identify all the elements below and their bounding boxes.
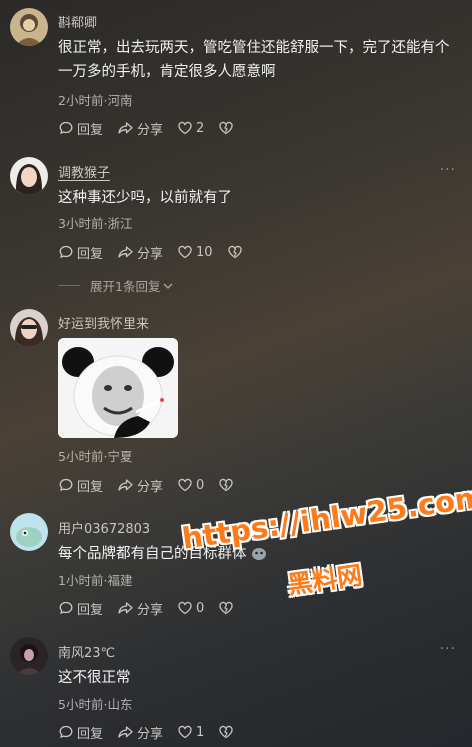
reply-icon [59, 121, 73, 134]
comment-time: 5小时前 [58, 449, 104, 464]
comment-location: 福建 [107, 573, 133, 588]
share-icon [118, 479, 133, 491]
comment-actions: 回复 分享 2 [58, 118, 251, 138]
expand-replies-button[interactable]: 展开1条回复 [58, 276, 174, 295]
like-button[interactable]: 0 [177, 600, 204, 616]
comment-text: 这种事还少吗，以前就有了 [58, 190, 232, 206]
comment-time: 5小时前 [58, 697, 104, 712]
comment-time: 1小时前 [58, 573, 104, 588]
comment-actions: 回复 分享 1 [58, 722, 251, 742]
broken-heart-icon [219, 121, 233, 135]
reply-icon [59, 245, 73, 258]
comment-meta: 5小时前·山东 [58, 697, 133, 712]
reply-icon [59, 478, 73, 491]
username[interactable]: 好运到我怀里来 [58, 313, 149, 332]
reply-label: 回复 [77, 122, 104, 138]
share-label: 分享 [137, 479, 164, 495]
more-options-button[interactable]: ··· [440, 641, 456, 657]
avatar[interactable] [10, 637, 48, 675]
avatar[interactable] [10, 8, 48, 46]
like-count: 0 [196, 477, 205, 493]
like-button[interactable]: 10 [177, 244, 213, 260]
avatar[interactable] [10, 513, 48, 551]
comment-actions: 回复 分享 0 [58, 475, 251, 495]
share-label: 分享 [137, 122, 164, 138]
comment-text: 很正常，出去玩两天，管吃管住还能舒服一下，完了还能有个一万多的手机，肯定很多人愿… [58, 40, 450, 80]
username[interactable]: 调教猴子 [58, 162, 110, 181]
reply-button[interactable]: 回复 [58, 243, 103, 262]
share-label: 分享 [137, 726, 164, 742]
sticker-image[interactable] [58, 338, 178, 438]
more-options-button[interactable]: ··· [440, 162, 456, 178]
reply-icon [59, 601, 73, 614]
share-label: 分享 [137, 246, 164, 262]
heart-icon [178, 478, 192, 492]
comment-meta: 1小时前·福建 [58, 573, 133, 588]
share-icon [118, 122, 133, 134]
dislike-button[interactable] [218, 477, 237, 493]
username[interactable]: 南风23℃ [58, 642, 115, 661]
share-button[interactable]: 分享 [117, 723, 163, 742]
reply-icon [59, 725, 73, 738]
comment-text: 这不很正常 [58, 670, 131, 686]
dislike-button[interactable] [218, 600, 237, 616]
reply-label: 回复 [77, 246, 104, 262]
like-button[interactable]: 0 [177, 477, 204, 493]
reply-label: 回复 [77, 479, 104, 495]
comment-meta: 2小时前·河南 [58, 93, 133, 108]
share-button[interactable]: 分享 [117, 599, 163, 618]
reply-label: 回复 [77, 602, 104, 618]
share-icon [118, 246, 133, 258]
comment-location: 宁夏 [107, 449, 133, 464]
like-count: 2 [196, 120, 205, 136]
broken-heart-icon [219, 478, 233, 492]
reply-button[interactable]: 回复 [58, 476, 103, 495]
broken-heart-icon [219, 601, 233, 615]
emoji-icon [251, 544, 267, 560]
like-count: 1 [196, 724, 205, 740]
username[interactable]: 斟郗卿 [58, 12, 97, 31]
share-icon [118, 726, 133, 738]
like-button[interactable]: 2 [177, 120, 204, 136]
dislike-button[interactable] [218, 120, 237, 136]
dislike-button[interactable] [227, 244, 246, 260]
like-count: 10 [196, 244, 213, 260]
share-button[interactable]: 分享 [117, 119, 163, 138]
comment-meta: 3小时前·浙江 [58, 216, 133, 231]
broken-heart-icon [227, 245, 242, 259]
broken-heart-icon [219, 725, 233, 739]
chevron-down-icon [163, 283, 173, 289]
reply-label: 回复 [77, 726, 104, 742]
heart-icon [178, 725, 192, 739]
comment-actions: 回复 分享 10 [58, 242, 260, 262]
comment-location: 山东 [107, 697, 133, 712]
avatar[interactable] [10, 157, 48, 195]
heart-icon [178, 121, 192, 135]
heart-icon [178, 245, 192, 259]
dislike-button[interactable] [218, 724, 237, 740]
comment-text: 每个品牌都有自己的目标群体 [58, 542, 458, 566]
username[interactable]: 用户03672803 [58, 518, 150, 537]
like-count: 0 [196, 600, 205, 616]
reply-button[interactable]: 回复 [58, 599, 103, 618]
avatar[interactable] [10, 309, 48, 347]
reply-button[interactable]: 回复 [58, 119, 103, 138]
comment-location: 河南 [107, 93, 133, 108]
reply-button[interactable]: 回复 [58, 723, 103, 742]
expand-replies-label: 展开1条回复 [90, 279, 161, 294]
divider [58, 285, 80, 286]
comment-location: 浙江 [107, 216, 133, 231]
share-label: 分享 [137, 602, 164, 618]
share-button[interactable]: 分享 [117, 243, 163, 262]
comment-time: 3小时前 [58, 216, 104, 231]
comment-time: 2小时前 [58, 93, 104, 108]
like-button[interactable]: 1 [177, 724, 204, 740]
share-icon [118, 602, 133, 614]
heart-icon [178, 601, 192, 615]
comment-meta: 5小时前·宁夏 [58, 449, 133, 464]
comment-actions: 回复 分享 0 [58, 598, 251, 618]
share-button[interactable]: 分享 [117, 476, 163, 495]
